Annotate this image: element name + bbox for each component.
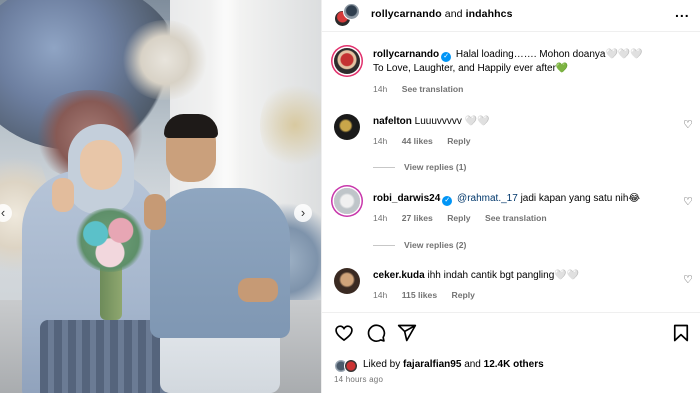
comment-meta: 14h 27 likes Reply See translation <box>373 213 559 223</box>
see-translation-link[interactable]: See translation <box>485 213 547 223</box>
chevron-right-icon: › <box>300 205 306 220</box>
groom-hair <box>164 114 218 138</box>
bride-hand <box>52 178 74 212</box>
caption-text: To Love, Laughter, and Happily ever afte… <box>373 63 569 74</box>
see-translation-link[interactable]: See translation <box>402 84 464 94</box>
comment-username[interactable]: robi_darwis24 <box>373 193 440 204</box>
instagram-post-view: ‹ › rollycarnando and indahhcs ... rolly… <box>0 0 700 393</box>
liked-by-others[interactable]: 12.4K others <box>484 359 544 370</box>
next-image-button[interactable]: › <box>294 204 312 222</box>
collab-avatars[interactable] <box>334 3 360 29</box>
floral-arrangement <box>120 20 210 100</box>
post-side-panel: rollycarnando and indahhcs ... rollycarn… <box>321 0 700 393</box>
liked-by-avatars <box>334 359 362 373</box>
view-replies-button[interactable]: View replies (2) <box>373 240 466 250</box>
author-link[interactable]: rollycarnando <box>371 8 442 20</box>
caption-text: Halal loading……. Mohon doanya🤍🤍🤍 <box>455 49 643 60</box>
comment-meta: 14h 115 likes Reply <box>373 290 487 300</box>
comment-username[interactable]: rollycarnando <box>373 49 439 60</box>
liked-by-prefix: Liked by <box>363 359 401 370</box>
caption: rollycarnando ✓ Halal loading……. Mohon do… <box>373 48 678 76</box>
bride-face <box>80 140 122 190</box>
comment-likes-count[interactable]: 44 likes <box>402 136 433 146</box>
chevron-left-icon: ‹ <box>0 205 6 220</box>
comment-username[interactable]: nafelton <box>373 116 412 127</box>
comment-likes-count[interactable]: 27 likes <box>402 213 433 223</box>
author-link[interactable]: indahhcs <box>466 8 513 20</box>
verified-badge-icon: ✓ <box>441 52 452 62</box>
groom-hand <box>144 194 166 230</box>
floral-arrangement <box>260 80 321 170</box>
avatar <box>344 359 358 373</box>
post-actions: Liked by fajaralfian95 and 12.4K others … <box>322 312 700 393</box>
author-joiner: and <box>444 8 463 20</box>
comment: ceker.kuda ihh indah cantik bgt pangling… <box>373 269 579 283</box>
avatar[interactable] <box>334 48 360 74</box>
comment: nafelton Luuuvvvvv 🤍🤍 <box>373 115 490 129</box>
comment-meta: 14h 44 likes Reply <box>373 136 483 146</box>
bouquet <box>74 208 146 272</box>
reply-button[interactable]: Reply <box>452 290 475 300</box>
avatar[interactable] <box>334 114 360 140</box>
comment-text: jadi kapan yang satu nih😂 <box>517 193 641 204</box>
comment-icon[interactable] <box>366 323 386 343</box>
groom-figure <box>150 188 290 338</box>
bookmark-icon[interactable] <box>671 323 691 343</box>
comment-time: 14h <box>373 136 388 146</box>
comment-like-icon[interactable]: ♡ <box>683 195 693 208</box>
verified-badge-icon: ✓ <box>442 196 453 206</box>
heart-icon[interactable] <box>334 323 354 343</box>
comment-username[interactable]: ceker.kuda <box>373 270 425 281</box>
view-replies-label: View replies (2) <box>404 240 467 250</box>
liked-by-summary[interactable]: Liked by fajaralfian95 and 12.4K others <box>363 359 544 370</box>
reply-button[interactable]: Reply <box>447 213 470 223</box>
comment-text: ihh indah cantik bgt pangling🤍🤍 <box>427 270 580 281</box>
more-options-icon[interactable]: ... <box>675 4 690 20</box>
avatar[interactable] <box>334 188 360 214</box>
liked-by-user[interactable]: fajaralfian95 <box>403 359 461 370</box>
view-replies-label: View replies (1) <box>404 162 467 172</box>
post-header: rollycarnando and indahhcs ... <box>322 0 700 32</box>
comment-time: 14h <box>373 84 388 94</box>
avatar <box>343 3 360 20</box>
comment-like-icon[interactable]: ♡ <box>683 118 693 131</box>
comment-time: 14h <box>373 213 388 223</box>
mention-link[interactable]: @rahmat._17 <box>457 193 518 204</box>
comment-time: 14h <box>373 290 388 300</box>
view-replies-button[interactable]: View replies (1) <box>373 162 466 172</box>
share-icon[interactable] <box>397 323 417 343</box>
post-authors: rollycarnando and indahhcs <box>371 8 513 20</box>
groom-hand <box>238 278 278 302</box>
comment-like-icon[interactable]: ♡ <box>683 273 693 286</box>
avatar[interactable] <box>334 268 360 294</box>
replies-divider <box>373 245 395 247</box>
replies-divider <box>373 167 395 169</box>
caption-line: rollycarnando ✓ Halal loading……. Mohon do… <box>373 48 678 62</box>
liked-by-joiner: and <box>464 359 481 370</box>
reply-button[interactable]: Reply <box>447 136 470 146</box>
comment: robi_darwis24 ✓ @rahmat._17 jadi kapan ya… <box>373 192 640 206</box>
comment-likes-count[interactable]: 115 likes <box>402 290 437 300</box>
post-timestamp[interactable]: 14 hours ago <box>334 375 383 384</box>
caption-meta: 14h See translation <box>373 84 475 94</box>
comment-text: Luuuvvvvv 🤍🤍 <box>414 116 490 127</box>
post-photo[interactable]: ‹ › <box>0 0 321 393</box>
